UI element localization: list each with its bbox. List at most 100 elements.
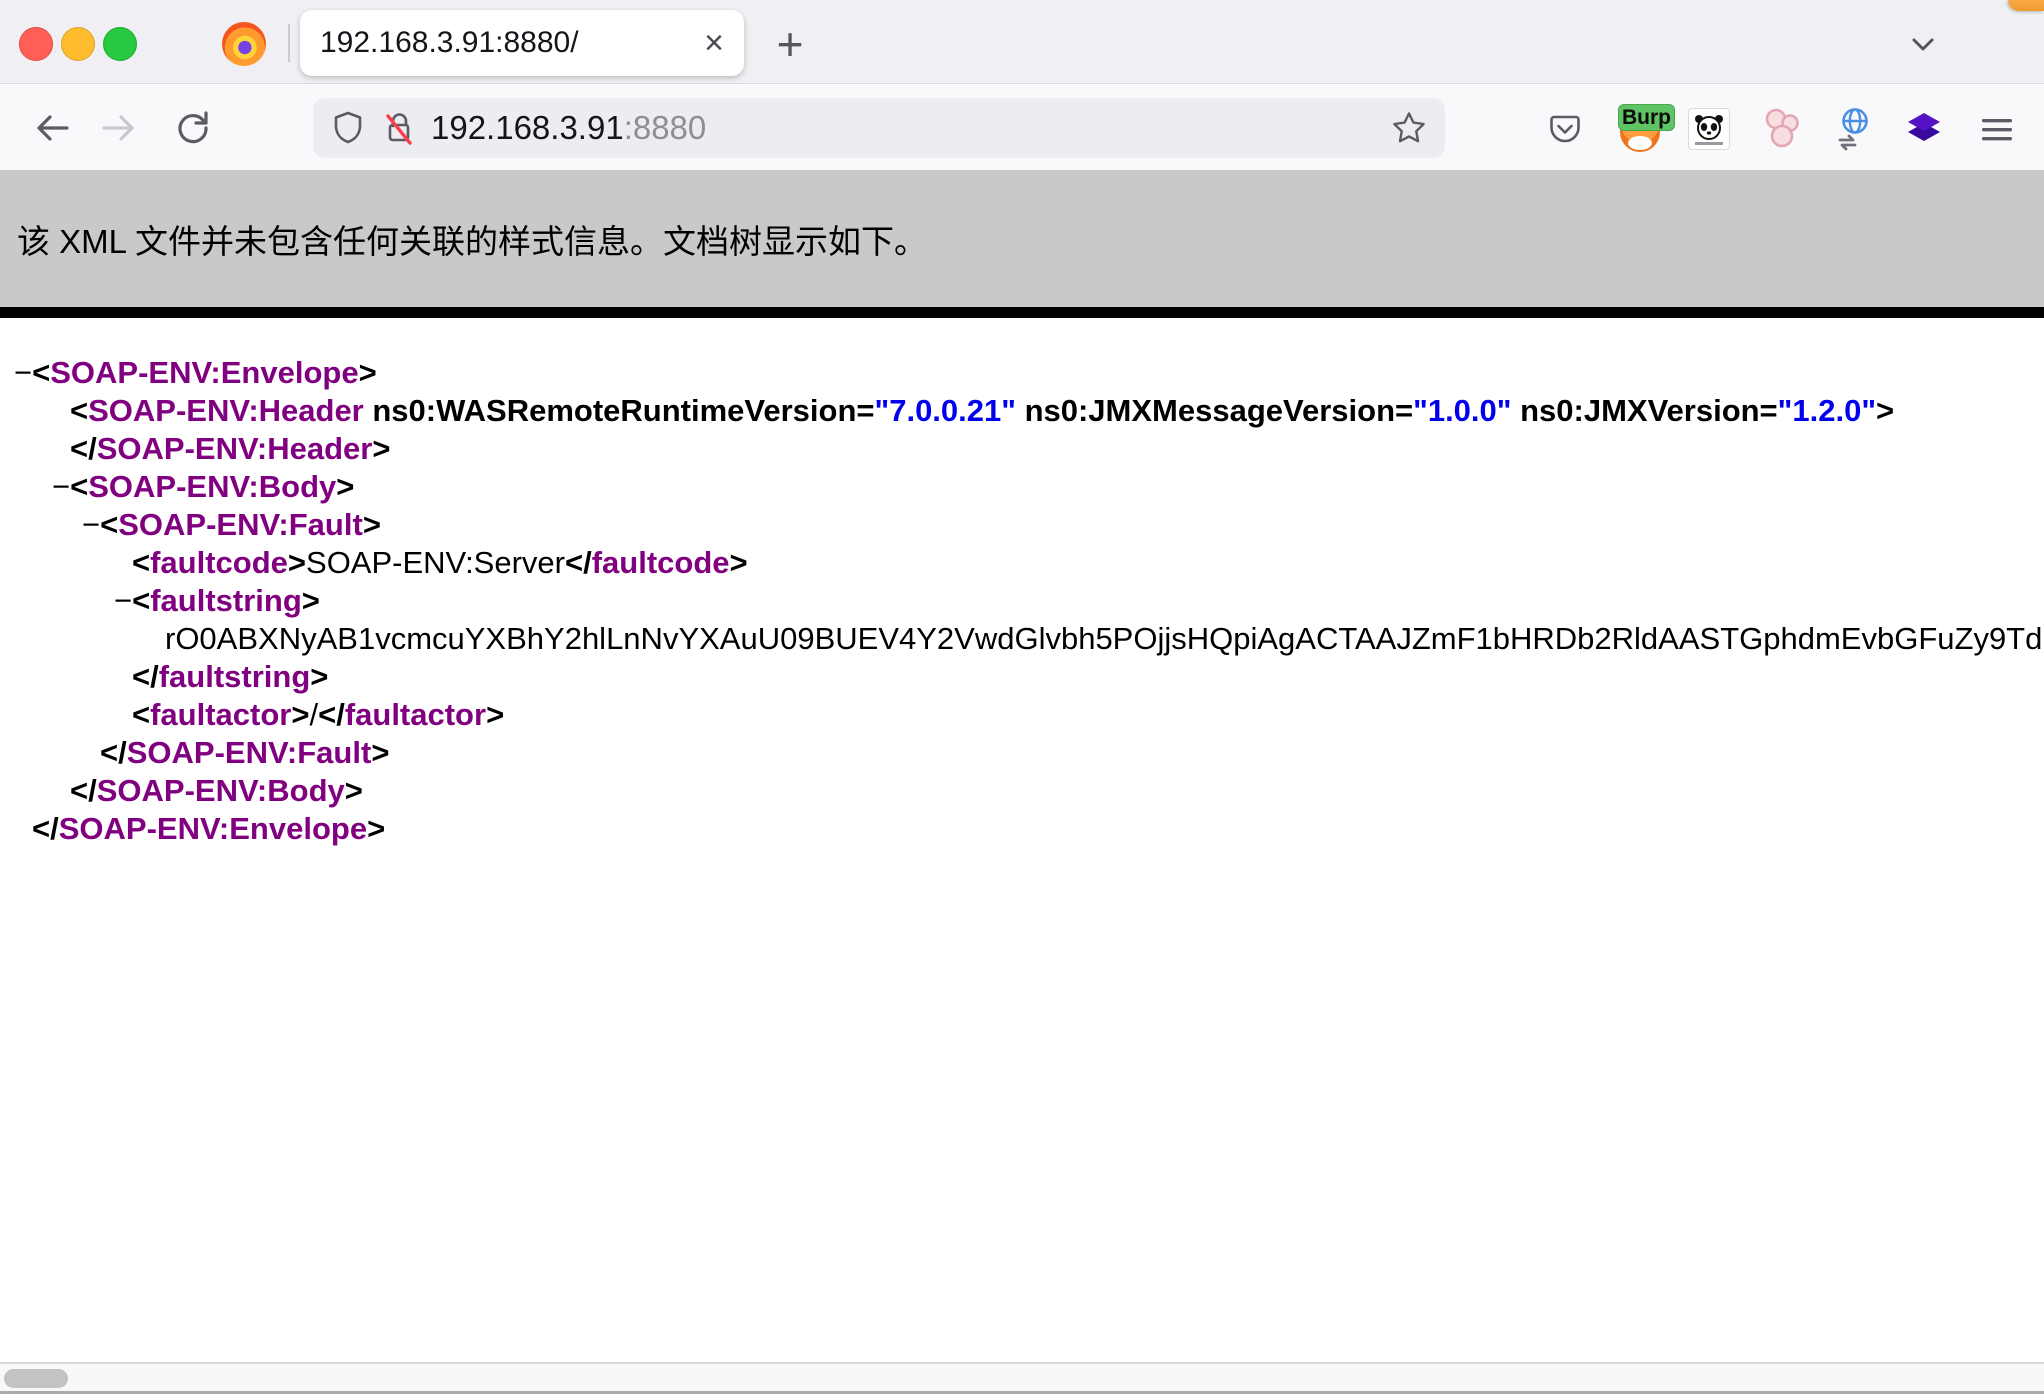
pink-circles-icon [1761, 107, 1805, 151]
xml-tag: faultactor [150, 697, 291, 732]
xml-line: <SOAP-ENV:Header ns0:WASRemoteRuntimeVer… [0, 392, 2044, 430]
xml-markup: </ [32, 811, 59, 846]
xml-markup: > [359, 355, 377, 390]
extension-translate[interactable] [1831, 106, 1877, 152]
xml-markup: > [345, 773, 363, 808]
xml-markup: > [486, 697, 504, 732]
background-window-corner [2008, 0, 2044, 11]
url-bar[interactable]: 192.168.3.91:8880 [313, 98, 1445, 158]
xml-text: SOAP-ENV:Server [306, 545, 565, 580]
xml-line: −<faultstring> [0, 582, 2044, 620]
back-button[interactable] [31, 106, 75, 150]
xml-markup: > [302, 583, 320, 618]
xml-markup: </ [70, 431, 97, 466]
xml-no-style-banner: 该 XML 文件并未包含任何关联的样式信息。文档树显示如下。 [0, 170, 2044, 318]
xml-expander-toggle[interactable]: − [82, 507, 100, 542]
tab-bar: 192.168.3.91:8880/ × + [0, 0, 2044, 84]
xml-markup: < [32, 355, 50, 390]
xml-line: rO0ABXNyAB1vcmcuYXBhY2hlLnNvYXAuU09BUEV4… [0, 620, 2044, 658]
xml-text: / [309, 697, 318, 732]
xml-expander-toggle[interactable]: − [52, 469, 70, 504]
xml-markup: < [132, 545, 150, 580]
app-menu-button[interactable] [1974, 106, 2020, 152]
horizontal-scrollbar-thumb[interactable] [4, 1369, 68, 1388]
fox-chin [1628, 136, 1652, 150]
xml-tag: SOAP-ENV:Envelope [59, 811, 367, 846]
active-tab[interactable]: 192.168.3.91:8880/ × [300, 10, 744, 76]
hamburger-menu-icon [1975, 107, 2019, 151]
xml-markup: < [132, 697, 150, 732]
xml-markup: </ [318, 697, 345, 732]
xml-tag: faultcode [150, 545, 288, 580]
shield-icon[interactable] [329, 109, 367, 147]
panda-icon [1688, 108, 1730, 150]
xml-line: −<SOAP-ENV:Fault> [0, 506, 2044, 544]
tab-close-icon[interactable]: × [692, 21, 736, 65]
window-close-button[interactable] [19, 27, 53, 61]
xml-markup: > [372, 431, 390, 466]
xml-tag: SOAP-ENV:Envelope [50, 355, 358, 390]
forward-button[interactable] [96, 106, 140, 150]
xml-markup: > [1876, 393, 1894, 428]
page-content: −<SOAP-ENV:Envelope><SOAP-ENV:Header ns0… [0, 318, 2044, 1362]
xml-line: </SOAP-ENV:Envelope> [0, 810, 2044, 848]
horizontal-scrollbar[interactable] [0, 1362, 2044, 1394]
list-all-tabs-button[interactable] [1901, 22, 1945, 66]
globe-swap-icon [1832, 107, 1876, 151]
xml-tag: SOAP-ENV:Body [88, 469, 336, 504]
bookmark-star-icon[interactable] [1389, 108, 1429, 148]
new-tab-button[interactable]: + [766, 20, 814, 68]
back-arrow-icon [31, 106, 75, 150]
xml-tree: −<SOAP-ENV:Envelope><SOAP-ENV:Header ns0… [0, 318, 2044, 848]
xml-attr: ns0:JMXMessageVersion= [1016, 393, 1413, 428]
window-zoom-button[interactable] [103, 27, 137, 61]
navigation-toolbar: 192.168.3.91:8880 Burp [0, 85, 2044, 170]
xml-text: rO0ABXNyAB1vcmcuYXBhY2hlLnNvYXAuU09BUEV4… [165, 621, 2044, 656]
xml-value: "1.0.0" [1413, 393, 1511, 428]
extension-foxyproxy-burp[interactable]: Burp [1618, 106, 1664, 152]
xml-markup: < [132, 583, 150, 618]
xml-markup: > [730, 545, 748, 580]
xml-tag: faultstring [159, 659, 311, 694]
xml-markup: > [367, 811, 385, 846]
xml-expander-toggle[interactable]: − [114, 583, 132, 618]
reload-button[interactable] [171, 106, 215, 150]
xml-tag: SOAP-ENV:Header [88, 393, 364, 428]
burp-badge: Burp [1618, 104, 1675, 131]
forward-arrow-icon [96, 106, 140, 150]
foxyproxy-fox-icon: Burp [1618, 106, 1664, 152]
xml-line: </faultstring> [0, 658, 2044, 696]
xml-tag: SOAP-ENV:Header [97, 431, 373, 466]
browser-window: 192.168.3.91:8880/ × + [0, 0, 2044, 1394]
extension-panda[interactable] [1686, 106, 1732, 152]
xml-markup: > [291, 697, 309, 732]
pocket-button[interactable] [1542, 106, 1588, 152]
window-minimize-button[interactable] [61, 27, 95, 61]
extension-stack[interactable] [1901, 106, 1947, 152]
xml-line: −<SOAP-ENV:Body> [0, 468, 2044, 506]
xml-attr: ns0:WASRemoteRuntimeVersion= [364, 393, 875, 428]
xml-markup: </ [565, 545, 592, 580]
xml-markup: > [288, 545, 306, 580]
firefox-view-icon[interactable] [222, 22, 266, 66]
xml-tag: faultstring [150, 583, 302, 618]
xml-tag: faultcode [592, 545, 730, 580]
xml-markup: </ [100, 735, 127, 770]
reload-icon [171, 106, 215, 150]
xml-line: </SOAP-ENV:Body> [0, 772, 2044, 810]
url-text: 192.168.3.91:8880 [431, 109, 706, 147]
insecure-lock-icon[interactable] [379, 108, 419, 148]
tab-title: 192.168.3.91:8880/ [300, 26, 692, 60]
xml-expander-toggle[interactable]: − [14, 355, 32, 390]
xml-markup: < [70, 469, 88, 504]
xml-line: <faultactor>/</faultactor> [0, 696, 2044, 734]
xml-markup: > [363, 507, 381, 542]
xml-tag: SOAP-ENV:Body [97, 773, 345, 808]
xml-markup: > [310, 659, 328, 694]
xml-value: "1.2.0" [1778, 393, 1876, 428]
extension-wappalyzer[interactable] [1760, 106, 1806, 152]
purple-stack-icon [1902, 107, 1946, 151]
banner-message: 该 XML 文件并未包含任何关联的样式信息。文档树显示如下。 [17, 215, 927, 263]
xml-line: −<SOAP-ENV:Envelope> [0, 354, 2044, 392]
xml-line: <faultcode>SOAP-ENV:Server</faultcode> [0, 544, 2044, 582]
